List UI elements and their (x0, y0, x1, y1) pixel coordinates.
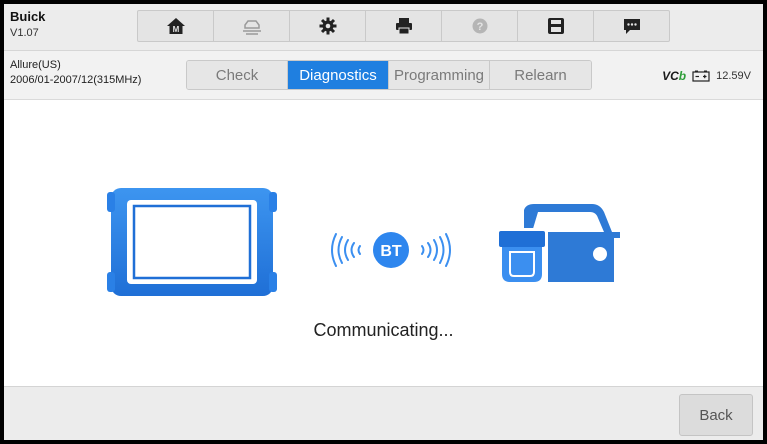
printer-icon (395, 18, 412, 35)
battery-voltage: 12.59V (716, 70, 751, 82)
back-button[interactable]: Back (679, 394, 753, 436)
status-area: VCb 12.59V (662, 69, 751, 83)
toolbar: M ? (137, 10, 670, 42)
brand-name: Buick (10, 9, 46, 24)
home-icon: M (166, 18, 185, 34)
message-button[interactable] (594, 11, 669, 41)
tablet-icon (107, 188, 277, 296)
vehicle-connector-icon (496, 204, 620, 286)
print-button[interactable] (366, 11, 442, 41)
app-version: V1.07 (10, 27, 39, 39)
vci-prefix: VC (662, 69, 679, 83)
gear-icon (319, 17, 336, 35)
tab-diagnostics[interactable]: Diagnostics (288, 61, 389, 89)
brand-block: Buick V1.07 (10, 10, 45, 40)
vci-indicator: VCb (662, 69, 686, 83)
home-icon-letter: M (172, 25, 179, 34)
tab-relearn[interactable]: Relearn (490, 61, 591, 89)
home-button[interactable]: M (138, 11, 214, 41)
tab-programming[interactable]: Programming (389, 61, 490, 89)
help-button[interactable]: ? (442, 11, 518, 41)
footer-bar: Back (4, 386, 763, 440)
settings-button[interactable] (290, 11, 366, 41)
bluetooth-label: BT (380, 243, 402, 260)
vehicle-lift-button[interactable] (214, 11, 290, 41)
tab-check[interactable]: Check (187, 61, 288, 89)
function-tabs: Check Diagnostics Programming Relearn (186, 60, 592, 90)
vehicle-lift-icon (242, 20, 261, 35)
svg-text:?: ? (476, 21, 483, 33)
vehicle-year-range: 2006/01-2007/12(315MHz) (10, 74, 142, 86)
save-icon (547, 18, 564, 34)
bluetooth-signal-icon: BT (331, 232, 451, 268)
top-bar: Buick V1.07 M ? (4, 4, 763, 51)
communication-panel: BT Communicating... (4, 100, 763, 386)
vehicle-info: Allure(US) 2006/01-2007/12(315MHz) (10, 58, 141, 88)
save-button[interactable] (518, 11, 594, 41)
app-window: Buick V1.07 M ? Allure(US) 2006/01-2007/… (4, 4, 763, 440)
message-icon (623, 19, 640, 34)
status-message: Communicating... (313, 320, 454, 340)
vehicle-bar: Allure(US) 2006/01-2007/12(315MHz) Check… (4, 51, 763, 100)
vci-suffix: b (678, 69, 687, 83)
battery-icon (692, 70, 710, 82)
vehicle-model: Allure(US) (10, 59, 61, 71)
help-icon: ? (472, 18, 487, 34)
